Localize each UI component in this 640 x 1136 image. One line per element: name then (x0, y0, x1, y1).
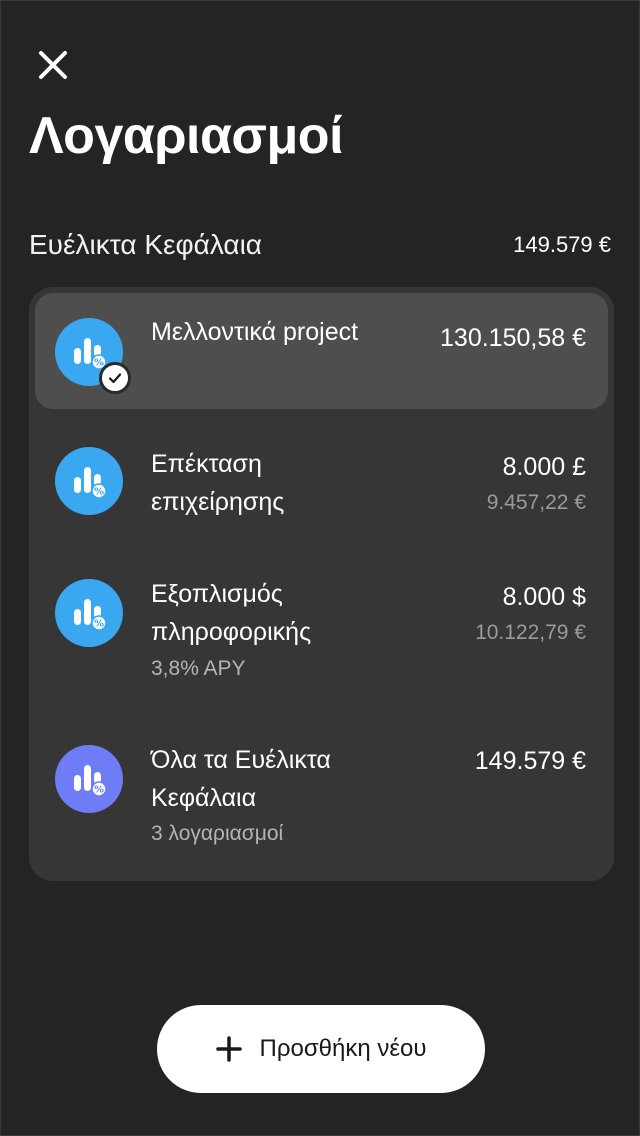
add-new-label: Προσθήκη νέου (259, 1035, 427, 1062)
accounts-card: % Μελλοντικά project 130.150,58 € % Επέκ… (29, 287, 614, 881)
account-name: Μελλοντικά project (151, 318, 359, 346)
account-avatar: % (55, 579, 123, 647)
account-avatar: % (55, 318, 131, 394)
account-name: Όλα τα Ευέλικτα Κεφάλαια (151, 746, 331, 812)
svg-text:%: % (94, 619, 104, 630)
checkmark-icon (108, 373, 122, 384)
account-name: Επέκταση επιχείρησης (151, 450, 285, 516)
account-row-it-equipment[interactable]: % Εξοπλισμός πληροφορικής 3,8% APY 8.000… (35, 563, 608, 693)
savings-chart-icon: % (74, 765, 107, 797)
section-title: Ευέλικτα Κεφάλαια (29, 229, 262, 260)
svg-text:%: % (94, 785, 104, 796)
close-button[interactable] (31, 43, 75, 87)
account-amount: 8.000 £ (502, 453, 586, 481)
account-amount: 8.000 $ (502, 583, 586, 611)
close-icon (39, 51, 67, 79)
screen: Λογαριασμοί Ευέλικτα Κεφάλαια 149.579 € … (0, 0, 640, 1136)
account-converted-amount: 9.457,22 € (486, 491, 586, 514)
account-amount: 149.579 € (474, 747, 586, 775)
savings-chart-icon: % (74, 338, 107, 370)
account-row-future-projects[interactable]: % Μελλοντικά project 130.150,58 € (35, 293, 608, 409)
svg-text:%: % (94, 487, 104, 498)
account-row-business-expansion[interactable]: % Επέκταση επιχείρησης 8.000 £ 9.457,22 … (35, 431, 608, 541)
account-converted-amount: 10.122,79 € (475, 621, 586, 644)
page-title: Λογαριασμοί (29, 107, 344, 165)
account-avatar: % (55, 745, 123, 813)
selected-check-badge (99, 362, 131, 394)
add-new-button[interactable]: Προσθήκη νέου (157, 1005, 485, 1093)
savings-chart-icon: % (74, 599, 107, 631)
account-count: 3 λογαριασμοί (151, 822, 284, 845)
plus-icon (216, 1036, 243, 1062)
section-header: Ευέλικτα Κεφάλαια 149.579 € (29, 225, 611, 265)
account-row-all-flexible-funds[interactable]: % Όλα τα Ευέλικτα Κεφάλαια 3 λογαριασμοί… (35, 727, 608, 857)
account-apy: 3,8% APY (151, 657, 246, 680)
account-amount: 130.150,58 € (440, 324, 586, 352)
savings-chart-icon: % (74, 467, 107, 499)
account-avatar: % (55, 447, 123, 515)
section-total: 149.579 € (513, 232, 611, 257)
account-name: Εξοπλισμός πληροφορικής (151, 580, 312, 646)
